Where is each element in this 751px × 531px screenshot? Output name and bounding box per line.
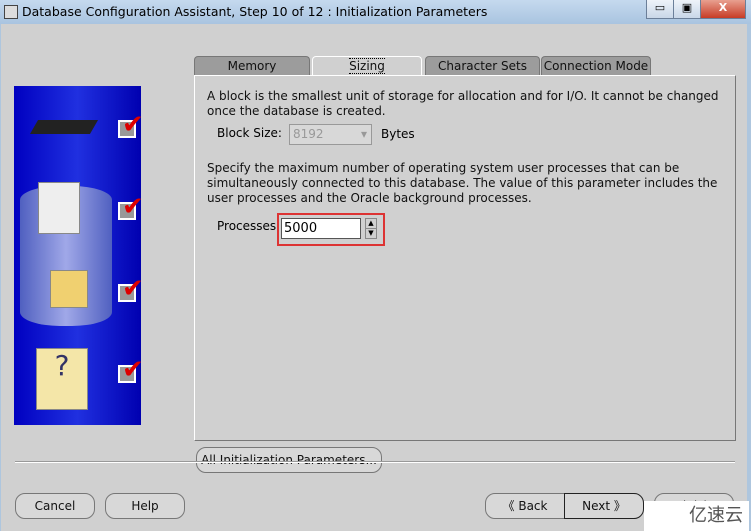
chevron-down-icon: ▾ [360, 127, 367, 141]
block-size-label: Block Size: [217, 126, 282, 140]
block-size-value: 8192 [293, 127, 324, 141]
chevron-right-icon: 》 [610, 499, 626, 513]
processes-input[interactable]: 5000 [281, 218, 361, 239]
block-size-description: A block is the smallest unit of storage … [207, 89, 719, 118]
wizard-image: ? [14, 86, 144, 425]
step-check-icon [118, 274, 144, 304]
help-button[interactable]: Help [105, 493, 185, 519]
sizing-panel: A block is the smallest unit of storage … [194, 75, 736, 441]
processes-label: Processes: [217, 219, 281, 233]
block-size-select[interactable]: 8192 ▾ [289, 124, 372, 145]
step-check-icon [118, 110, 144, 140]
shapes-icon [50, 270, 88, 308]
tab-connection-mode[interactable]: Connection Mode [541, 56, 651, 76]
back-label: Back [518, 499, 548, 513]
chevron-left-icon: 《 [502, 499, 519, 513]
cancel-button[interactable]: Cancel [15, 493, 95, 519]
watermark: 亿速云 [644, 501, 749, 531]
document-icon [38, 182, 80, 234]
processes-description: Specify the maximum number of operating … [207, 161, 718, 205]
tab-sizing[interactable]: Sizing [312, 56, 422, 76]
dialog-body: ? Memory Sizing Character Sets Connectio… [1, 24, 749, 531]
back-button[interactable]: 《 Back [485, 493, 565, 519]
step-check-icon [118, 355, 144, 385]
chip-icon [29, 120, 99, 134]
next-button[interactable]: Next 》 [564, 493, 644, 519]
spinner-down-icon[interactable]: ▼ [365, 228, 377, 239]
next-label: Next [582, 499, 611, 513]
divider [15, 461, 735, 463]
minimize-button[interactable]: ▭ [646, 0, 674, 19]
highlight-box: 5000 ▲ ▼ [277, 213, 385, 246]
tab-character-sets[interactable]: Character Sets [425, 56, 540, 76]
block-size-unit: Bytes [381, 127, 415, 141]
help-document-icon: ? [36, 348, 88, 410]
app-icon [4, 5, 18, 19]
tab-label: Sizing [349, 58, 385, 74]
close-button[interactable]: X [700, 0, 746, 19]
window-title: Database Configuration Assistant, Step 1… [22, 4, 488, 19]
tab-memory[interactable]: Memory [194, 56, 310, 76]
title-bar: Database Configuration Assistant, Step 1… [0, 0, 751, 24]
step-check-icon [118, 192, 144, 222]
maximize-button[interactable]: ▣ [673, 0, 701, 19]
all-init-params-button[interactable]: All Initialization Parameters... [196, 447, 382, 473]
